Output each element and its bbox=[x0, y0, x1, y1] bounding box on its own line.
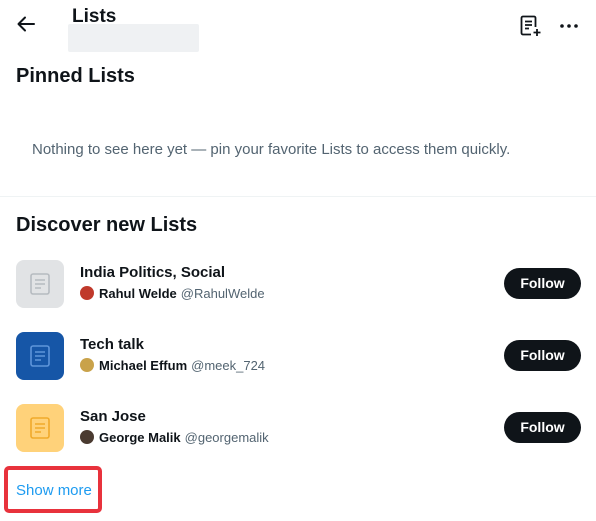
list-item[interactable]: Tech talk Michael Effum @meek_724 Follow bbox=[0, 330, 596, 402]
section-divider bbox=[0, 196, 596, 197]
avatar bbox=[80, 286, 94, 300]
owner-name: Rahul Welde bbox=[99, 286, 177, 301]
list-thumbnail bbox=[16, 404, 64, 452]
follow-button[interactable]: Follow bbox=[504, 340, 581, 371]
redacted-handle bbox=[68, 24, 199, 52]
pinned-empty-message: Nothing to see here yet — pin your favor… bbox=[32, 141, 511, 158]
list-owner[interactable]: Rahul Welde @RahulWelde bbox=[80, 285, 265, 303]
list-icon bbox=[30, 417, 50, 439]
list-item[interactable]: India Politics, Social Rahul Welde @Rahul… bbox=[0, 258, 596, 330]
owner-handle: @meek_724 bbox=[191, 358, 266, 373]
follow-button[interactable]: Follow bbox=[504, 268, 581, 299]
show-more-link[interactable]: Show more bbox=[16, 482, 92, 500]
discover-lists-heading: Discover new Lists bbox=[16, 214, 198, 236]
more-horizontal-icon[interactable] bbox=[557, 14, 581, 38]
owner-handle: @RahulWelde bbox=[180, 286, 265, 301]
owner-name: Michael Effum bbox=[99, 358, 188, 373]
owner-handle: @georgemalik bbox=[184, 430, 269, 445]
owner-name: George Malik bbox=[99, 430, 181, 445]
arrow-left-icon[interactable] bbox=[14, 12, 38, 36]
list-thumbnail bbox=[16, 332, 64, 380]
header-bar: Lists bbox=[0, 0, 596, 52]
list-owner[interactable]: Michael Effum @meek_724 bbox=[80, 357, 265, 375]
avatar bbox=[80, 358, 94, 372]
follow-button[interactable]: Follow bbox=[504, 412, 581, 443]
new-list-icon[interactable] bbox=[520, 14, 542, 38]
list-name[interactable]: Tech talk bbox=[80, 335, 144, 354]
list-thumbnail bbox=[16, 260, 64, 308]
list-item[interactable]: San Jose George Malik @georgemalik Follow bbox=[0, 402, 596, 474]
list-name[interactable]: India Politics, Social bbox=[80, 263, 225, 282]
pinned-lists-heading: Pinned Lists bbox=[16, 65, 135, 87]
list-name[interactable]: San Jose bbox=[80, 407, 146, 426]
list-owner[interactable]: George Malik @georgemalik bbox=[80, 429, 269, 447]
avatar bbox=[80, 430, 94, 444]
list-icon bbox=[30, 345, 50, 367]
list-icon bbox=[30, 273, 50, 295]
